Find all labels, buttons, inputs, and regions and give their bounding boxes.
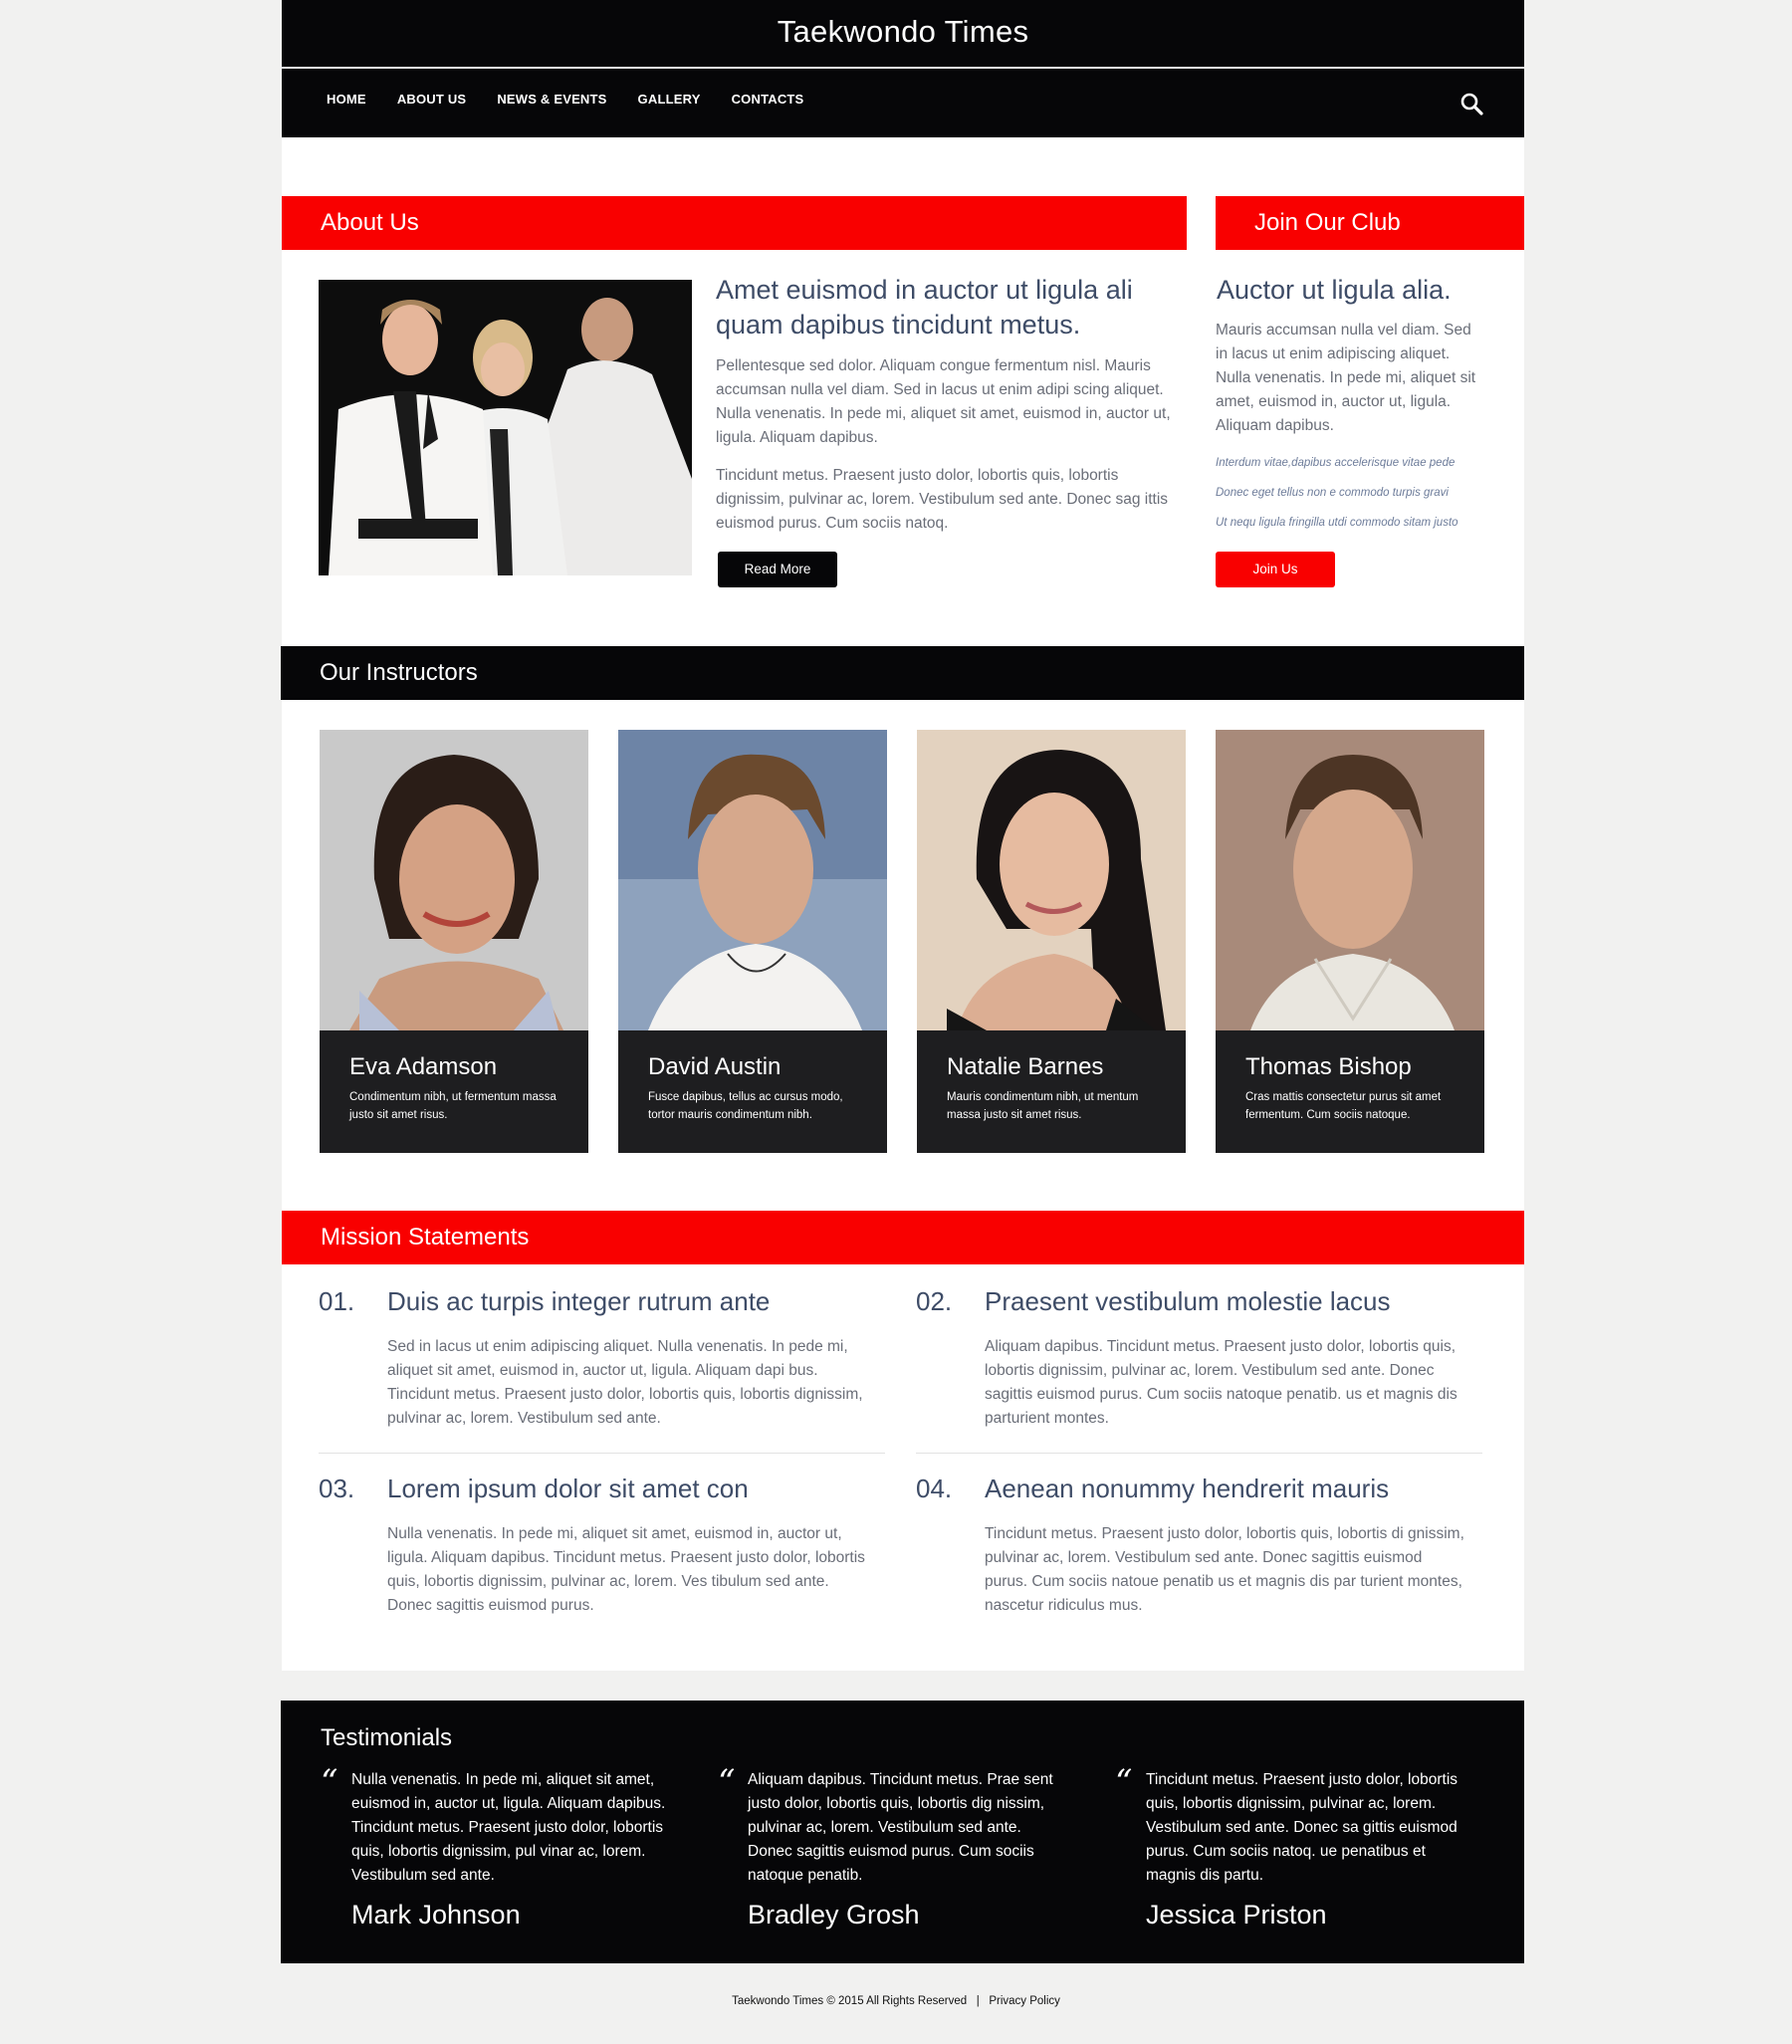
testimonial-text: Aliquam dapibus. Tincidunt metus. Prae s…	[748, 1771, 1053, 1884]
testimonial-author: Jessica Priston	[1146, 1900, 1327, 1930]
instructor-card[interactable]: Natalie Barnes Mauris condimentum nibh, …	[917, 730, 1186, 1153]
footer-copyright: Taekwondo Times © 2015 All Rights Reserv…	[732, 1995, 968, 2007]
mission-title: Aenean nonummy hendrerit mauris	[985, 1474, 1390, 1503]
instructor-photo	[917, 730, 1186, 1030]
instructor-desc: Fusce dapibus, tellus ac cursus modo, to…	[648, 1091, 843, 1121]
mission-title-bar: Mission Statements	[282, 1211, 1524, 1264]
mission-number: 04.	[916, 1474, 953, 1503]
instructor-info: David Austin Fusce dapibus, tellus ac cu…	[618, 1030, 887, 1153]
instructor-card[interactable]: David Austin Fusce dapibus, tellus ac cu…	[618, 730, 887, 1153]
instructor-photo	[320, 730, 588, 1030]
nav-gallery[interactable]: GALLERY	[638, 92, 701, 107]
footer-separator: |	[976, 1995, 980, 2007]
join-line-1: Interdum vitae,dapibus accelerisque vita…	[1216, 457, 1456, 469]
join-text: Mauris accumsan nulla vel diam. Sed in l…	[1216, 322, 1476, 434]
read-more-button[interactable]: Read More	[718, 552, 837, 587]
instructor-info: Natalie Barnes Mauris condimentum nibh, …	[917, 1030, 1186, 1153]
instructor-desc: Cras mattis consectetur purus sit amet f…	[1245, 1091, 1442, 1121]
site-header: Taekwondo Times HOME ABOUT US NEWS & EVE…	[282, 0, 1524, 137]
nav-news-events[interactable]: NEWS & EVENTS	[497, 92, 606, 107]
instructor-name: Natalie Barnes	[947, 1053, 1104, 1080]
search-icon[interactable]	[1459, 92, 1485, 117]
main-nav: HOME ABOUT US NEWS & EVENTS GALLERY CONT…	[327, 92, 834, 107]
instructor-info: Eva Adamson Condimentum nibh, ut ferment…	[320, 1030, 588, 1153]
quote-icon: “	[718, 1762, 736, 1802]
instructor-card[interactable]: Thomas Bishop Cras mattis consectetur pu…	[1216, 730, 1484, 1153]
site-footer: Taekwondo Times © 2015 All Rights Reserv…	[0, 1995, 1792, 2007]
site-title[interactable]: Taekwondo Times	[282, 0, 1524, 66]
privacy-policy-link[interactable]: Privacy Policy	[989, 1995, 1060, 2007]
instructor-name: David Austin	[648, 1053, 782, 1080]
about-paragraph-1: Pellentesque sed dolor. Aliquam congue f…	[716, 357, 1171, 446]
instructor-desc: Condimentum nibh, ut fermentum massa jus…	[349, 1091, 557, 1121]
mission-text: Sed in lacus ut enim adipiscing aliquet.…	[387, 1338, 863, 1427]
instructor-name: Eva Adamson	[349, 1053, 498, 1080]
mission-divider	[319, 1453, 885, 1454]
about-paragraph-2: Tincidunt metus. Praesent justo dolor, l…	[716, 467, 1169, 532]
testimonials-title: Testimonials	[321, 1724, 453, 1751]
nav-about-us[interactable]: ABOUT US	[397, 92, 467, 107]
about-us-title-bar: About Us	[282, 196, 1187, 250]
instructors-title-bar: Our Instructors	[281, 646, 1524, 700]
about-heading: Amet euismod in auctor ut ligula ali qua…	[716, 275, 1133, 340]
testimonial-author: Bradley Grosh	[748, 1900, 920, 1930]
join-heading: Auctor ut ligula alia.	[1217, 275, 1452, 305]
header-divider	[282, 67, 1524, 69]
about-image	[319, 280, 692, 575]
join-line-2: Donec eget tellus non e commodo turpis g…	[1216, 487, 1449, 499]
instructor-photo	[1216, 730, 1484, 1030]
main-content: About Us Amet euismod in auctor ut ligul…	[281, 137, 1524, 1671]
testimonial-text: Tincidunt metus. Praesent justo dolor, l…	[1146, 1771, 1458, 1884]
nav-contacts[interactable]: CONTACTS	[732, 92, 804, 107]
instructor-photo	[618, 730, 887, 1030]
instructor-desc: Mauris condimentum nibh, ut mentum massa…	[947, 1091, 1139, 1121]
mission-text: Nulla venenatis. In pede mi, aliquet sit…	[387, 1525, 865, 1614]
mission-title: Duis ac turpis integer rutrum ante	[387, 1286, 771, 1316]
mission-divider	[916, 1453, 1482, 1454]
instructor-name: Thomas Bishop	[1245, 1053, 1412, 1080]
nav-home[interactable]: HOME	[327, 92, 366, 107]
join-us-button[interactable]: Join Us	[1216, 552, 1335, 587]
mission-text: Tincidunt metus. Praesent justo dolor, l…	[985, 1525, 1464, 1614]
instructor-info: Thomas Bishop Cras mattis consectetur pu…	[1216, 1030, 1484, 1153]
quote-icon: “	[321, 1762, 338, 1802]
testimonial-author: Mark Johnson	[351, 1900, 521, 1930]
mission-text: Aliquam dapibus. Tincidunt metus. Praese…	[985, 1338, 1457, 1427]
instructor-card[interactable]: Eva Adamson Condimentum nibh, ut ferment…	[320, 730, 588, 1153]
mission-title: Praesent vestibulum molestie lacus	[985, 1286, 1391, 1316]
join-line-3: Ut nequ ligula fringilla utdi commodo si…	[1216, 517, 1458, 529]
testimonials-section: Testimonials “ Nulla venenatis. In pede …	[281, 1701, 1524, 1963]
mission-number: 02.	[916, 1286, 953, 1316]
quote-icon: “	[1115, 1762, 1133, 1802]
mission-title: Lorem ipsum dolor sit amet con	[387, 1474, 749, 1503]
mission-number: 03.	[319, 1474, 355, 1503]
testimonial-text: Nulla venenatis. In pede mi, aliquet sit…	[351, 1771, 666, 1884]
join-club-title-bar: Join Our Club	[1216, 196, 1524, 250]
mission-number: 01.	[319, 1286, 355, 1316]
